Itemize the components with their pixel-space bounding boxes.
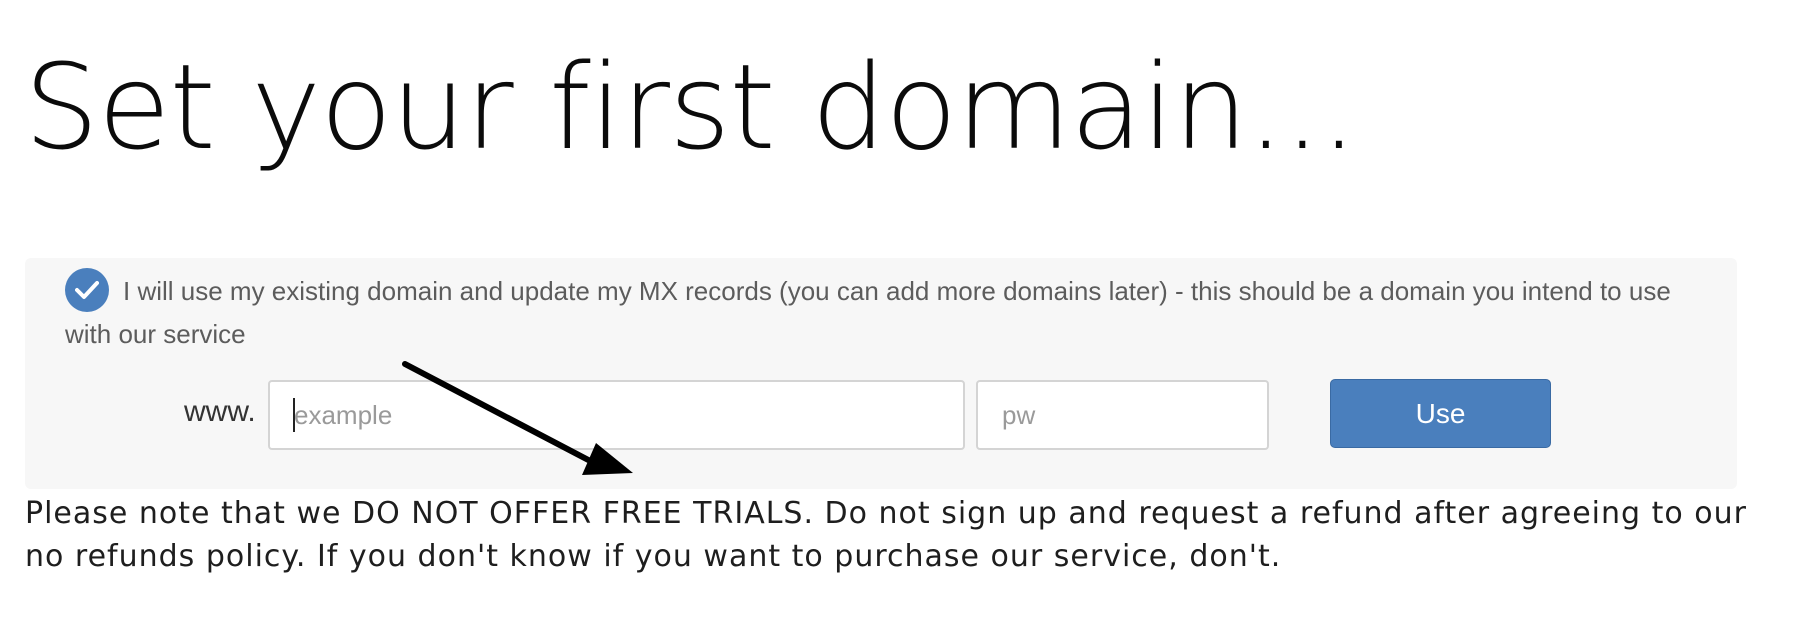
existing-domain-label: I will use my existing domain and update… [65,276,1671,349]
use-button[interactable]: Use [1330,379,1551,448]
no-free-trials-notice: Please note that we DO NOT OFFER FREE TR… [25,496,1747,574]
check-circle-icon[interactable] [65,268,109,313]
existing-domain-option[interactable]: I will use my existing domain and update… [65,268,1705,356]
text-caret [293,398,295,432]
domain-name-input[interactable] [268,380,965,450]
www-prefix-label: www. [184,395,256,428]
domain-option-panel: I will use my existing domain and update… [25,258,1737,489]
page-title: Set your first domain... [24,38,1358,176]
tld-input[interactable] [976,380,1269,450]
